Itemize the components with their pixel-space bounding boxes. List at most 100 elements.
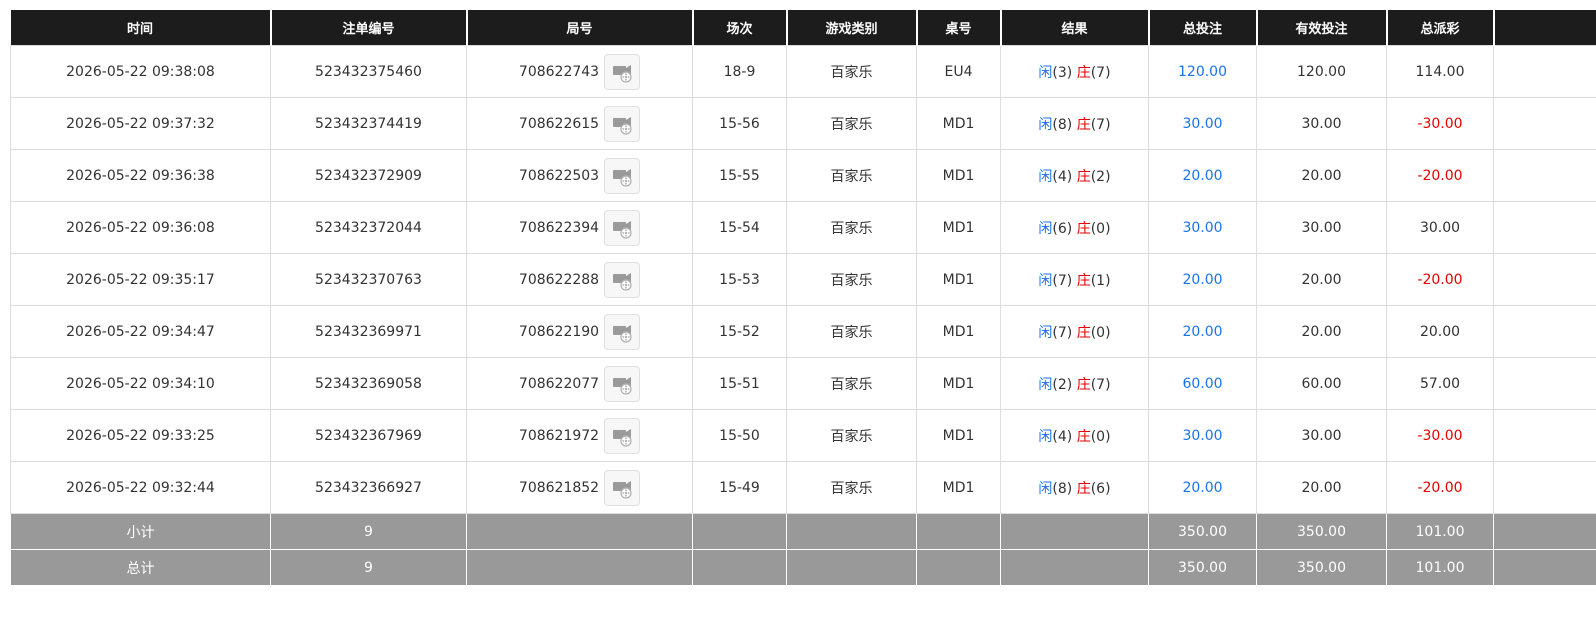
video-replay-icon[interactable]: [604, 157, 641, 194]
grandtotal-label: 总计: [10, 549, 271, 586]
grandtotal-total-bet: 350.00: [1148, 549, 1257, 586]
table-row: 2026-05-22 09:38:08 523432375460 7086227…: [10, 45, 1596, 98]
cell-valid-bet: 30.00: [1256, 409, 1387, 462]
cell-bet-id: 523432374419: [270, 97, 467, 150]
table-row: 2026-05-22 09:33:25 523432367969 7086219…: [10, 409, 1596, 462]
banker-label: 庄: [1076, 376, 1091, 393]
grandtotal-valid-bet: 350.00: [1256, 549, 1387, 586]
banker-label: 庄: [1076, 220, 1091, 237]
cell-payout: -30.00: [1386, 409, 1494, 462]
banker-label: 庄: [1076, 64, 1091, 81]
cell-shoe: 15-50: [692, 409, 787, 462]
video-replay-icon[interactable]: [604, 261, 641, 298]
player-score: (4): [1052, 168, 1073, 185]
cell-shoe: 15-53: [692, 253, 787, 306]
player-label: 闲: [1038, 324, 1053, 341]
cell-total-bet[interactable]: 20.00: [1148, 253, 1257, 306]
cell-payout: 30.00: [1386, 201, 1494, 254]
banker-label: 庄: [1076, 428, 1091, 445]
video-replay-icon[interactable]: [604, 53, 641, 90]
round-number: 708622077: [518, 375, 600, 392]
cell-shoe: 15-51: [692, 357, 787, 410]
cell-payout: 57.00: [1386, 357, 1494, 410]
cell-result: 闲(7) 庄(0): [1000, 305, 1149, 358]
cell-table-no: MD1: [916, 149, 1001, 202]
header-payout: 总派彩: [1386, 10, 1495, 46]
player-score: (7): [1052, 272, 1073, 289]
cell-extra: [1493, 45, 1596, 98]
cell-extra: [1493, 253, 1596, 306]
cell-shoe: 15-54: [692, 201, 787, 254]
player-label: 闲: [1038, 220, 1053, 237]
cell-payout: 114.00: [1386, 45, 1494, 98]
player-score: (2): [1052, 376, 1073, 393]
cell-extra: [1493, 409, 1596, 462]
table-row: 2026-05-22 09:34:10 523432369058 7086220…: [10, 357, 1596, 410]
video-replay-icon[interactable]: [604, 105, 641, 142]
cell-round: 708622615: [466, 97, 693, 150]
cell-bet-id: 523432369971: [270, 305, 467, 358]
banker-label: 庄: [1076, 480, 1091, 497]
cell-total-bet[interactable]: 30.00: [1148, 409, 1257, 462]
player-score: (8): [1052, 116, 1073, 133]
cell-time: 2026-05-22 09:36:38: [10, 149, 271, 202]
cell-table-no: MD1: [916, 253, 1001, 306]
cell-total-bet[interactable]: 20.00: [1148, 149, 1257, 202]
cell-time: 2026-05-22 09:33:25: [10, 409, 271, 462]
cell-table-no: MD1: [916, 357, 1001, 410]
cell-extra: [1493, 97, 1596, 150]
header-total-bet: 总投注: [1148, 10, 1258, 46]
table-header-row: 时间 注单编号 局号 场次 游戏类别 桌号 结果 总投注 有效投注 总派彩: [10, 10, 1596, 46]
cell-total-bet[interactable]: 60.00: [1148, 357, 1257, 410]
player-label: 闲: [1038, 64, 1053, 81]
cell-game-type: 百家乐: [786, 357, 917, 410]
subtotal-payout: 101.00: [1386, 513, 1494, 550]
round-number: 708622288: [518, 271, 600, 288]
cell-round: 708622288: [466, 253, 693, 306]
cell-game-type: 百家乐: [786, 201, 917, 254]
bet-history-table-container: 时间 注单编号 局号 场次 游戏类别 桌号 结果 总投注 有效投注 总派彩 20…: [10, 10, 1596, 586]
cell-valid-bet: 60.00: [1256, 357, 1387, 410]
cell-extra: [1493, 461, 1596, 514]
cell-game-type: 百家乐: [786, 45, 917, 98]
cell-valid-bet: 20.00: [1256, 305, 1387, 358]
video-replay-icon[interactable]: [604, 209, 641, 246]
table-row: 2026-05-22 09:32:44 523432366927 7086218…: [10, 461, 1596, 514]
cell-total-bet[interactable]: 30.00: [1148, 97, 1257, 150]
cell-shoe: 15-49: [692, 461, 787, 514]
cell-game-type: 百家乐: [786, 461, 917, 514]
cell-table-no: EU4: [916, 45, 1001, 98]
cell-time: 2026-05-22 09:38:08: [10, 45, 271, 98]
banker-label: 庄: [1076, 272, 1091, 289]
table-row: 2026-05-22 09:36:38 523432372909 7086225…: [10, 149, 1596, 202]
cell-extra: [1493, 305, 1596, 358]
video-replay-icon[interactable]: [604, 469, 641, 506]
table-row: 2026-05-22 09:36:08 523432372044 7086223…: [10, 201, 1596, 254]
cell-round: 708622743: [466, 45, 693, 98]
cell-table-no: MD1: [916, 409, 1001, 462]
player-score: (6): [1052, 220, 1073, 237]
banker-score: (0): [1090, 324, 1111, 341]
cell-extra: [1493, 149, 1596, 202]
cell-valid-bet: 30.00: [1256, 201, 1387, 254]
cell-total-bet[interactable]: 30.00: [1148, 201, 1257, 254]
video-replay-icon[interactable]: [604, 417, 641, 454]
banker-score: (2): [1090, 168, 1111, 185]
cell-total-bet[interactable]: 120.00: [1148, 45, 1257, 98]
cell-total-bet[interactable]: 20.00: [1148, 305, 1257, 358]
cell-extra: [1493, 357, 1596, 410]
table-row: 2026-05-22 09:34:47 523432369971 7086221…: [10, 305, 1596, 358]
video-replay-icon[interactable]: [604, 365, 641, 402]
cell-result: 闲(8) 庄(7): [1000, 97, 1149, 150]
cell-bet-id: 523432366927: [270, 461, 467, 514]
subtotal-label: 小计: [10, 513, 271, 550]
cell-total-bet[interactable]: 20.00: [1148, 461, 1257, 514]
banker-label: 庄: [1076, 116, 1091, 133]
grandtotal-count: 9: [270, 549, 467, 586]
round-number: 708622743: [518, 63, 600, 80]
table-row: 2026-05-22 09:35:17 523432370763 7086222…: [10, 253, 1596, 306]
video-replay-icon[interactable]: [604, 313, 641, 350]
cell-shoe: 18-9: [692, 45, 787, 98]
cell-bet-id: 523432367969: [270, 409, 467, 462]
cell-round: 708622503: [466, 149, 693, 202]
